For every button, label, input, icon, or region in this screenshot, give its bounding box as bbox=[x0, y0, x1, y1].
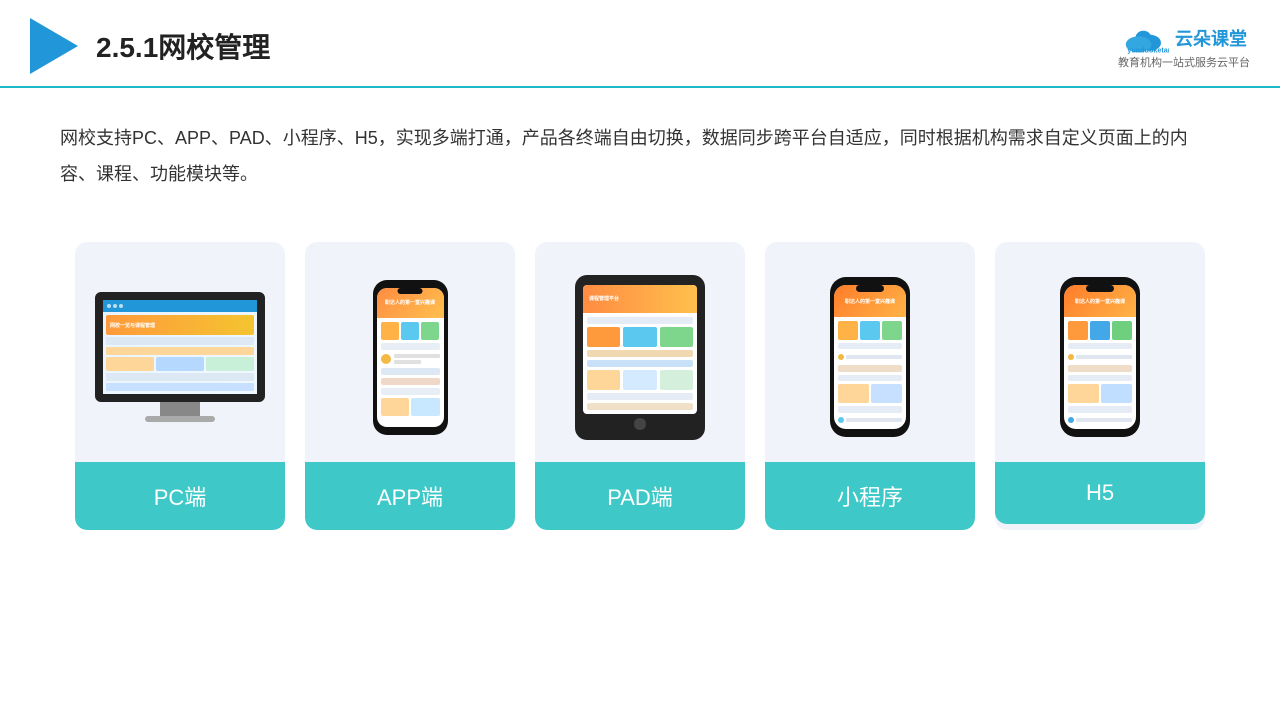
card-miniprogram-label: 小程序 bbox=[765, 462, 975, 530]
miniprogram-phone-icon: 职达人的第一堂兴趣课 bbox=[830, 277, 910, 437]
cards-container: 网校一览与课程管理 bbox=[0, 222, 1280, 560]
brand-tagline: 教育机构一站式服务云平台 bbox=[1118, 54, 1250, 70]
h5-phone-icon: 职达人的第一堂兴趣课 bbox=[1060, 277, 1140, 437]
svg-text:yunduoketang: yunduoketang bbox=[1127, 45, 1169, 54]
card-app-image: 职达人的第一堂兴趣课 bbox=[305, 242, 515, 462]
header-right: yunduoketang 云朵课堂 教育机构一站式服务云平台 bbox=[1118, 22, 1250, 70]
header-left: 2.5.1网校管理 bbox=[30, 18, 270, 74]
pad-tablet-icon: 课程管理平台 bbox=[575, 275, 705, 440]
pc-monitor-icon: 网校一览与课程管理 bbox=[95, 292, 265, 422]
card-pad-label: PAD端 bbox=[535, 462, 745, 530]
card-pc: 网校一览与课程管理 bbox=[75, 242, 285, 530]
description-text: 网校支持PC、APP、PAD、小程序、H5，实现多端打通，产品各终端自由切换，数… bbox=[0, 88, 1280, 212]
card-pc-label: PC端 bbox=[75, 462, 285, 530]
app-phone-icon: 职达人的第一堂兴趣课 bbox=[373, 280, 448, 435]
card-app: 职达人的第一堂兴趣课 bbox=[305, 242, 515, 530]
card-miniprogram-image: 职达人的第一堂兴趣课 bbox=[765, 242, 975, 462]
page-header: 2.5.1网校管理 yunduoketang 云朵课堂 教育机构一站式服务云平台 bbox=[0, 0, 1280, 88]
card-miniprogram: 职达人的第一堂兴趣课 bbox=[765, 242, 975, 530]
card-h5-image: 职达人的第一堂兴趣课 bbox=[995, 242, 1205, 462]
cloud-icon: yunduoketang bbox=[1121, 22, 1169, 54]
card-pad: 课程管理平台 bbox=[535, 242, 745, 530]
card-pc-image: 网校一览与课程管理 bbox=[75, 242, 285, 462]
card-app-label: APP端 bbox=[305, 462, 515, 530]
brand-logo: yunduoketang 云朵课堂 bbox=[1121, 22, 1247, 54]
logo-triangle-icon bbox=[30, 18, 78, 74]
card-h5: 职达人的第一堂兴趣课 bbox=[995, 242, 1205, 530]
brand-name: 云朵课堂 bbox=[1175, 25, 1247, 51]
page-title: 2.5.1网校管理 bbox=[96, 26, 270, 66]
card-h5-label: H5 bbox=[995, 462, 1205, 524]
card-pad-image: 课程管理平台 bbox=[535, 242, 745, 462]
